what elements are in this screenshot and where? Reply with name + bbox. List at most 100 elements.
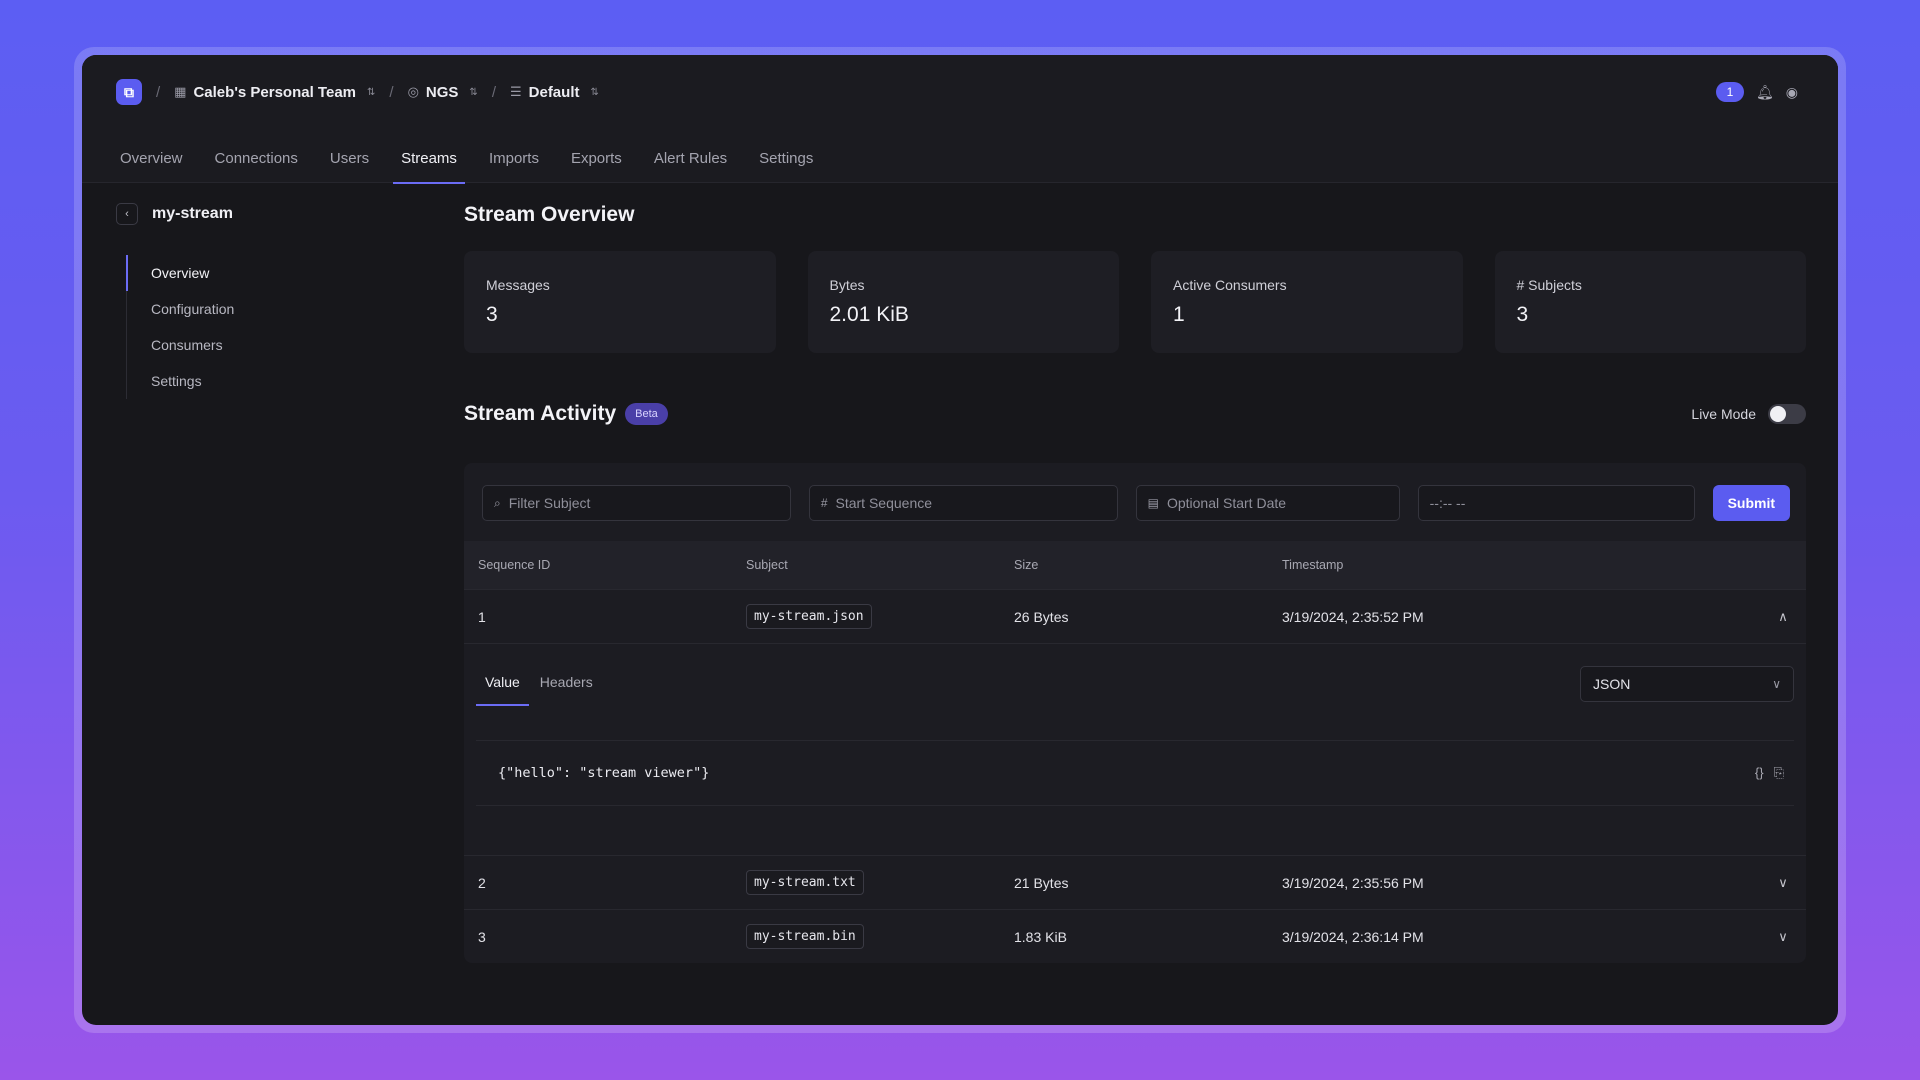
sidebar-item-settings[interactable]: Settings bbox=[127, 363, 416, 399]
row-subject-cell: my-stream.txt bbox=[746, 870, 1014, 895]
format-select[interactable]: JSON ∨ bbox=[1580, 666, 1794, 702]
chevron-down-icon[interactable]: ∨ bbox=[1760, 875, 1806, 891]
toggle-knob bbox=[1770, 406, 1786, 422]
chevron-up-icon[interactable]: ∧ bbox=[1760, 609, 1806, 625]
row-subject-cell: my-stream.json bbox=[746, 604, 1014, 629]
filter-subject-input[interactable]: ⌕ Filter Subject bbox=[482, 485, 791, 521]
live-mode-toggle[interactable] bbox=[1768, 404, 1806, 424]
filter-subject-placeholder: Filter Subject bbox=[508, 495, 591, 511]
page-title: Stream Overview bbox=[464, 203, 635, 226]
app-window: ⧉ / ▦ Caleb's Personal Team ⇅ / ◎ NGS ⇅ … bbox=[82, 55, 1838, 1025]
breadcrumb: ⧉ / ▦ Caleb's Personal Team ⇅ / ◎ NGS ⇅ … bbox=[116, 79, 599, 105]
stat-value: 3 bbox=[1516, 303, 1529, 326]
tab-imports[interactable]: Imports bbox=[481, 133, 547, 183]
globe-icon: ◎ bbox=[407, 84, 419, 99]
row-sequence: 1 bbox=[478, 608, 486, 625]
table-row[interactable]: 3 my-stream.bin 1.83 KiB 3/19/2024, 2:36… bbox=[464, 909, 1806, 963]
chevron-updown-icon: ⇅ bbox=[469, 86, 478, 98]
copy-icon[interactable]: ⎘ bbox=[1774, 765, 1784, 781]
row-size: 1.83 KiB bbox=[1014, 928, 1067, 945]
team-selector[interactable]: ▦ Caleb's Personal Team ⇅ bbox=[174, 84, 375, 101]
tab-alert-rules[interactable]: Alert Rules bbox=[646, 133, 735, 183]
tab-headers[interactable]: Headers bbox=[531, 674, 602, 706]
row-sequence: 3 bbox=[478, 928, 486, 945]
chevron-updown-icon: ⇅ bbox=[367, 86, 376, 98]
message-value: {"hello": "stream viewer"} bbox=[498, 765, 710, 781]
table-header: Sequence ID Subject Size Timestamp bbox=[464, 541, 1806, 589]
table-row[interactable]: 1 my-stream.json 26 Bytes 3/19/2024, 2:3… bbox=[464, 589, 1806, 643]
user-avatar-icon[interactable]: ◉ bbox=[1786, 84, 1798, 101]
start-sequence-input[interactable]: # Start Sequence bbox=[808, 485, 1118, 521]
team-name: Caleb's Personal Team bbox=[193, 83, 356, 101]
expanded-message: Value Headers JSON ∨ {"hello": "stream v… bbox=[464, 643, 1806, 855]
submit-button[interactable]: Submit bbox=[1712, 485, 1791, 521]
app-logo-icon[interactable]: ⧉ bbox=[116, 79, 142, 105]
row-timestamp: 3/19/2024, 2:35:52 PM bbox=[1282, 608, 1424, 625]
search-icon: ⌕ bbox=[494, 495, 501, 510]
account-selector[interactable]: ☰ Default ⇅ bbox=[510, 84, 599, 101]
system-name: NGS bbox=[425, 83, 459, 101]
tab-settings[interactable]: Settings bbox=[751, 133, 821, 183]
row-subject-cell: my-stream.bin bbox=[746, 924, 1014, 949]
message-value-box: {"hello": "stream viewer"} {} ⎘ bbox=[476, 740, 1794, 806]
activity-panel: ⌕ Filter Subject # Start Sequence ▤ Opti… bbox=[464, 463, 1806, 963]
row-timestamp: 3/19/2024, 2:36:14 PM bbox=[1282, 928, 1424, 945]
format-selected-value: JSON bbox=[1593, 676, 1631, 692]
row-sequence: 2 bbox=[478, 874, 486, 891]
start-time-placeholder: --:-- -- bbox=[1429, 495, 1466, 511]
subject-pill: my-stream.json bbox=[746, 604, 872, 629]
stat-value: 3 bbox=[486, 303, 498, 326]
main-tabs: Overview Connections Users Streams Impor… bbox=[112, 133, 837, 184]
back-button[interactable]: ‹ bbox=[116, 203, 138, 225]
tab-overview[interactable]: Overview bbox=[112, 133, 191, 183]
row-timestamp: 3/19/2024, 2:35:56 PM bbox=[1282, 874, 1424, 891]
main-content: Stream Overview Messages 3 Bytes 2.01 Ki… bbox=[464, 203, 1806, 963]
stat-value: 1 bbox=[1173, 303, 1185, 326]
beta-badge: Beta bbox=[625, 403, 668, 425]
stat-label: Active Consumers bbox=[1173, 277, 1287, 293]
sidebar-item-consumers[interactable]: Consumers bbox=[127, 327, 416, 363]
notification-count-badge[interactable]: 1 bbox=[1716, 82, 1744, 102]
system-selector[interactable]: ◎ NGS ⇅ bbox=[408, 84, 478, 101]
chevron-down-icon: ∨ bbox=[1772, 677, 1781, 691]
stat-value: 2.01 KiB bbox=[829, 303, 909, 326]
sidebar-item-overview[interactable]: Overview bbox=[126, 255, 416, 291]
top-bar: ⧉ / ▦ Caleb's Personal Team ⇅ / ◎ NGS ⇅ … bbox=[82, 55, 1838, 184]
stream-sidebar: ‹ my-stream Overview Configuration Consu… bbox=[116, 203, 416, 399]
grid-icon: ▦ bbox=[174, 84, 187, 99]
chevron-down-icon[interactable]: ∨ bbox=[1760, 929, 1806, 945]
start-date-input[interactable]: ▤ Optional Start Date bbox=[1135, 485, 1400, 521]
table-row[interactable]: 2 my-stream.txt 21 Bytes 3/19/2024, 2:35… bbox=[464, 855, 1806, 909]
stream-name: my-stream bbox=[152, 205, 233, 222]
tab-value[interactable]: Value bbox=[476, 674, 529, 706]
bell-icon[interactable]: 🔔︎ bbox=[1756, 84, 1774, 101]
stat-label: Messages bbox=[486, 277, 550, 293]
start-sequence-placeholder: Start Sequence bbox=[835, 495, 933, 511]
sidebar-item-configuration[interactable]: Configuration bbox=[127, 291, 416, 327]
stats-row: Messages 3 Bytes 2.01 KiB Active Consume… bbox=[464, 251, 1806, 353]
account-name: Default bbox=[528, 83, 580, 101]
tab-streams[interactable]: Streams bbox=[393, 133, 465, 184]
chevron-updown-icon: ⇅ bbox=[590, 86, 599, 98]
sidebar-header: ‹ my-stream bbox=[116, 203, 416, 225]
value-actions: {} ⎘ bbox=[1755, 765, 1784, 781]
subject-pill: my-stream.bin bbox=[746, 924, 864, 949]
format-braces-icon[interactable]: {} bbox=[1755, 765, 1764, 781]
tab-exports[interactable]: Exports bbox=[563, 133, 630, 183]
start-date-placeholder: Optional Start Date bbox=[1166, 495, 1287, 511]
breadcrumb-separator: / bbox=[156, 83, 161, 101]
tab-users[interactable]: Users bbox=[322, 133, 377, 183]
stat-label: # Subjects bbox=[1516, 277, 1582, 293]
stat-card-subjects: # Subjects 3 bbox=[1494, 251, 1806, 353]
tab-connections[interactable]: Connections bbox=[207, 133, 306, 183]
stat-card-messages: Messages 3 bbox=[464, 251, 776, 353]
column-header-subject[interactable]: Subject bbox=[746, 558, 1014, 572]
column-header-timestamp[interactable]: Timestamp bbox=[1282, 558, 1806, 572]
header-actions: 1 🔔︎ ◉ bbox=[1716, 82, 1798, 102]
live-mode-control: Live Mode bbox=[1691, 404, 1806, 424]
start-time-input[interactable]: --:-- -- bbox=[1417, 485, 1695, 521]
subject-pill: my-stream.txt bbox=[746, 870, 864, 895]
column-header-size[interactable]: Size bbox=[1014, 558, 1282, 572]
column-header-sequence[interactable]: Sequence ID bbox=[478, 558, 746, 572]
live-mode-label: Live Mode bbox=[1691, 406, 1756, 422]
